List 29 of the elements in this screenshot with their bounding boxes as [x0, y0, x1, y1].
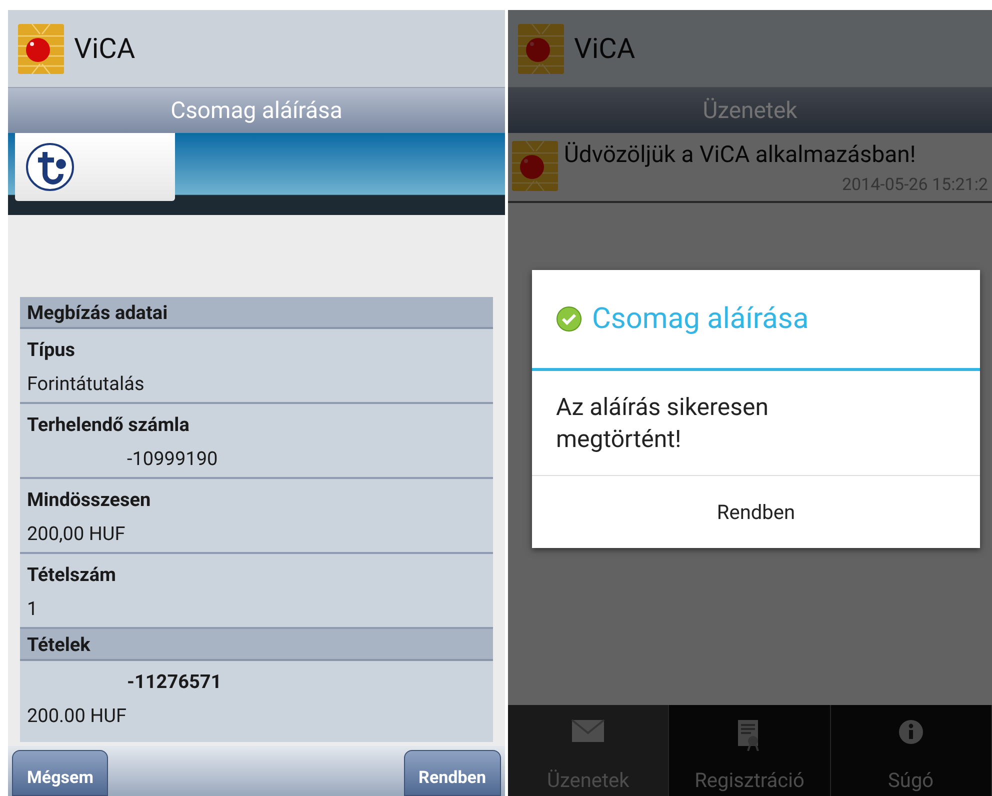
certificate-icon — [737, 719, 762, 751]
field-label: Tételszám — [27, 562, 117, 588]
field-value: 200.00 HUF — [27, 702, 128, 728]
envelope-icon — [571, 719, 606, 743]
chip-logo-icon — [518, 24, 564, 74]
field-value: Forintátutalás — [27, 370, 146, 396]
title-bar: Üzenetek — [508, 88, 992, 133]
chip-logo-icon — [512, 141, 558, 191]
app-title: ViCA — [74, 32, 136, 65]
check-icon — [556, 306, 582, 332]
message-text: Üdvözöljük a ViCA alkalmazásban! — [564, 141, 916, 169]
info-icon — [898, 719, 924, 745]
chip-logo-icon — [18, 24, 64, 74]
field-label: -11276571 — [126, 668, 223, 694]
title-bar: Csomag aláírása — [8, 88, 505, 133]
ok-button[interactable]: Rendben — [532, 476, 980, 548]
field-label: Mindösszesen — [27, 486, 152, 512]
section-header: Tételek — [20, 629, 493, 661]
section-header: Megbízás adatai — [20, 297, 493, 329]
field-label: Típus — [27, 336, 76, 362]
field-value: -10999190 — [126, 446, 219, 472]
bank-logo-icon — [25, 142, 75, 192]
footer-button[interactable]: Rendben — [404, 750, 501, 796]
dialog-title: Csomag aláírása — [592, 302, 809, 336]
footer-button[interactable]: Mégsem — [12, 750, 108, 796]
field-value: 200,00 HUF — [27, 520, 126, 546]
field-value: 1 — [27, 596, 39, 622]
field-label: Terhelendő számla — [27, 412, 190, 438]
app-title: ViCA — [574, 32, 636, 65]
